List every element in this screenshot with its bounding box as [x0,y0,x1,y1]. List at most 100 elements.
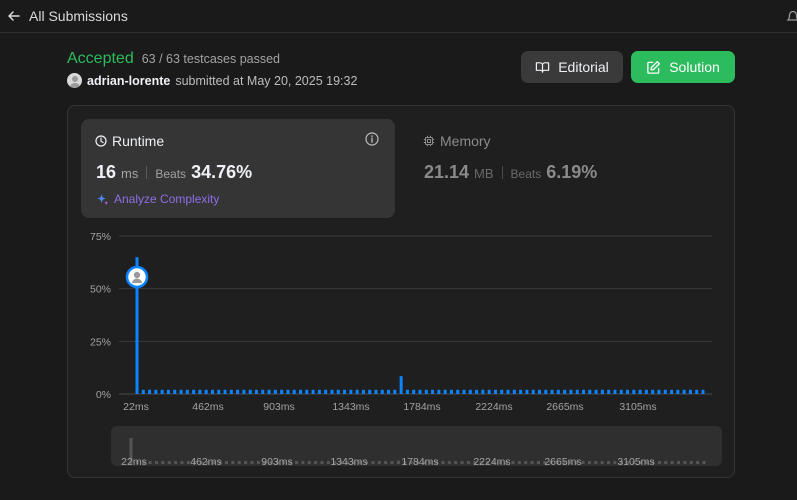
chart-bar [368,389,372,394]
scroller-bar [301,461,305,464]
scroller-bar [517,461,521,464]
chart-bar [600,389,604,394]
chart-bar [173,389,177,394]
chart-bar [456,389,460,394]
scroller-bar [670,461,674,464]
chart-bar [632,389,636,394]
chart-bar [217,389,221,394]
chart-bar [154,389,158,394]
scroller-bar [657,461,661,464]
scroller-bar [600,461,604,464]
scroller-bar [396,460,400,464]
chart-bar [286,389,290,394]
scroller-bar [454,461,458,464]
chart-bar [317,389,321,394]
scroller-bar [314,461,318,464]
chart-bar [254,389,258,394]
chart-bar [179,389,183,394]
chart-bar [437,389,441,394]
scroller-bar [696,461,700,464]
chart-bar [670,389,674,394]
scroller-bar [524,461,528,464]
scroller-bar [441,461,445,464]
x-tick-label: 903ms [263,401,295,413]
chart-bar [210,389,214,394]
chart-bar [311,389,315,394]
scroller-x-label: 903ms [261,456,293,468]
chart-bar [500,389,504,394]
scroller-bar [225,461,228,464]
chart-bar [695,389,699,394]
chart-bar [361,389,365,394]
scroller-bar [167,461,171,464]
chart-bar [688,389,692,394]
scroller-bar [231,461,235,464]
user-marker-head [133,271,141,279]
scroller-bar [607,461,610,464]
scroller-bar [377,461,381,464]
chart-bar [676,389,680,394]
chart-bar [582,389,586,394]
chart-bar [594,389,598,394]
chart-bar [613,389,617,394]
chart-bar [657,389,661,394]
chart-bar [336,389,340,394]
chart-bar [248,389,252,394]
scroller-bar [466,461,470,464]
scroller-bar [677,461,681,464]
chart-bar [531,389,535,394]
scroller-bar [594,461,598,464]
y-tick-label: 0% [96,389,111,401]
chart-bar [273,389,277,394]
chart-bar [512,389,516,394]
scroller-x-label: 1343ms [330,456,367,468]
chart-bar [619,389,623,394]
scroller-bar [460,461,464,464]
chart-bar [575,389,579,394]
chart-bar [292,389,296,394]
x-tick-label: 3105ms [619,401,656,413]
scroller-bar [161,461,165,464]
x-tick-label: 2224ms [475,401,512,413]
scroller-bar [174,461,178,464]
scroller-bar [664,461,668,464]
chart-bar [374,389,378,394]
chart-bar [481,389,485,394]
chart-bar [393,389,397,394]
chart-bar [607,389,611,394]
chart-bar [626,389,630,394]
scroller-bar [244,461,248,464]
chart-bar [569,389,573,394]
scroller-x-label: 1784ms [401,456,438,468]
chart-bar [166,389,170,394]
scroller-bar [384,461,388,464]
chart-bar [443,389,447,394]
chart-bar [223,389,227,394]
chart-bar [324,389,328,394]
x-tick-label: 1784ms [403,401,440,413]
chart-bar [185,389,189,394]
chart-bar [475,389,479,394]
scroller-bar [237,461,241,464]
chart-bar [544,389,548,394]
chart-bar [493,389,497,394]
chart-bar [160,389,164,394]
chart-bar [261,389,265,394]
chart-bar [487,389,491,394]
chart-bar [380,389,384,394]
chart-bar [412,389,416,394]
scroller-bar [371,461,375,464]
chart-bar [242,389,246,394]
scroller-x-label: 462ms [190,456,222,468]
scroller-bar [447,461,451,464]
scroller-x-label: 2665ms [544,456,581,468]
chart-bar [682,389,686,394]
scroller-bar [295,461,299,464]
scroller-bar [683,461,687,464]
runtime-distribution-chart: 0% 25% 50% 75% 22ms 462ms 903ms 1343ms 1784ms 222… [90,231,712,468]
x-tick-label: 2665ms [546,401,583,413]
scroller-bar [511,461,515,464]
scroller-bar [154,461,158,464]
scroller-bar [530,461,534,464]
y-tick-label: 25% [90,336,111,348]
